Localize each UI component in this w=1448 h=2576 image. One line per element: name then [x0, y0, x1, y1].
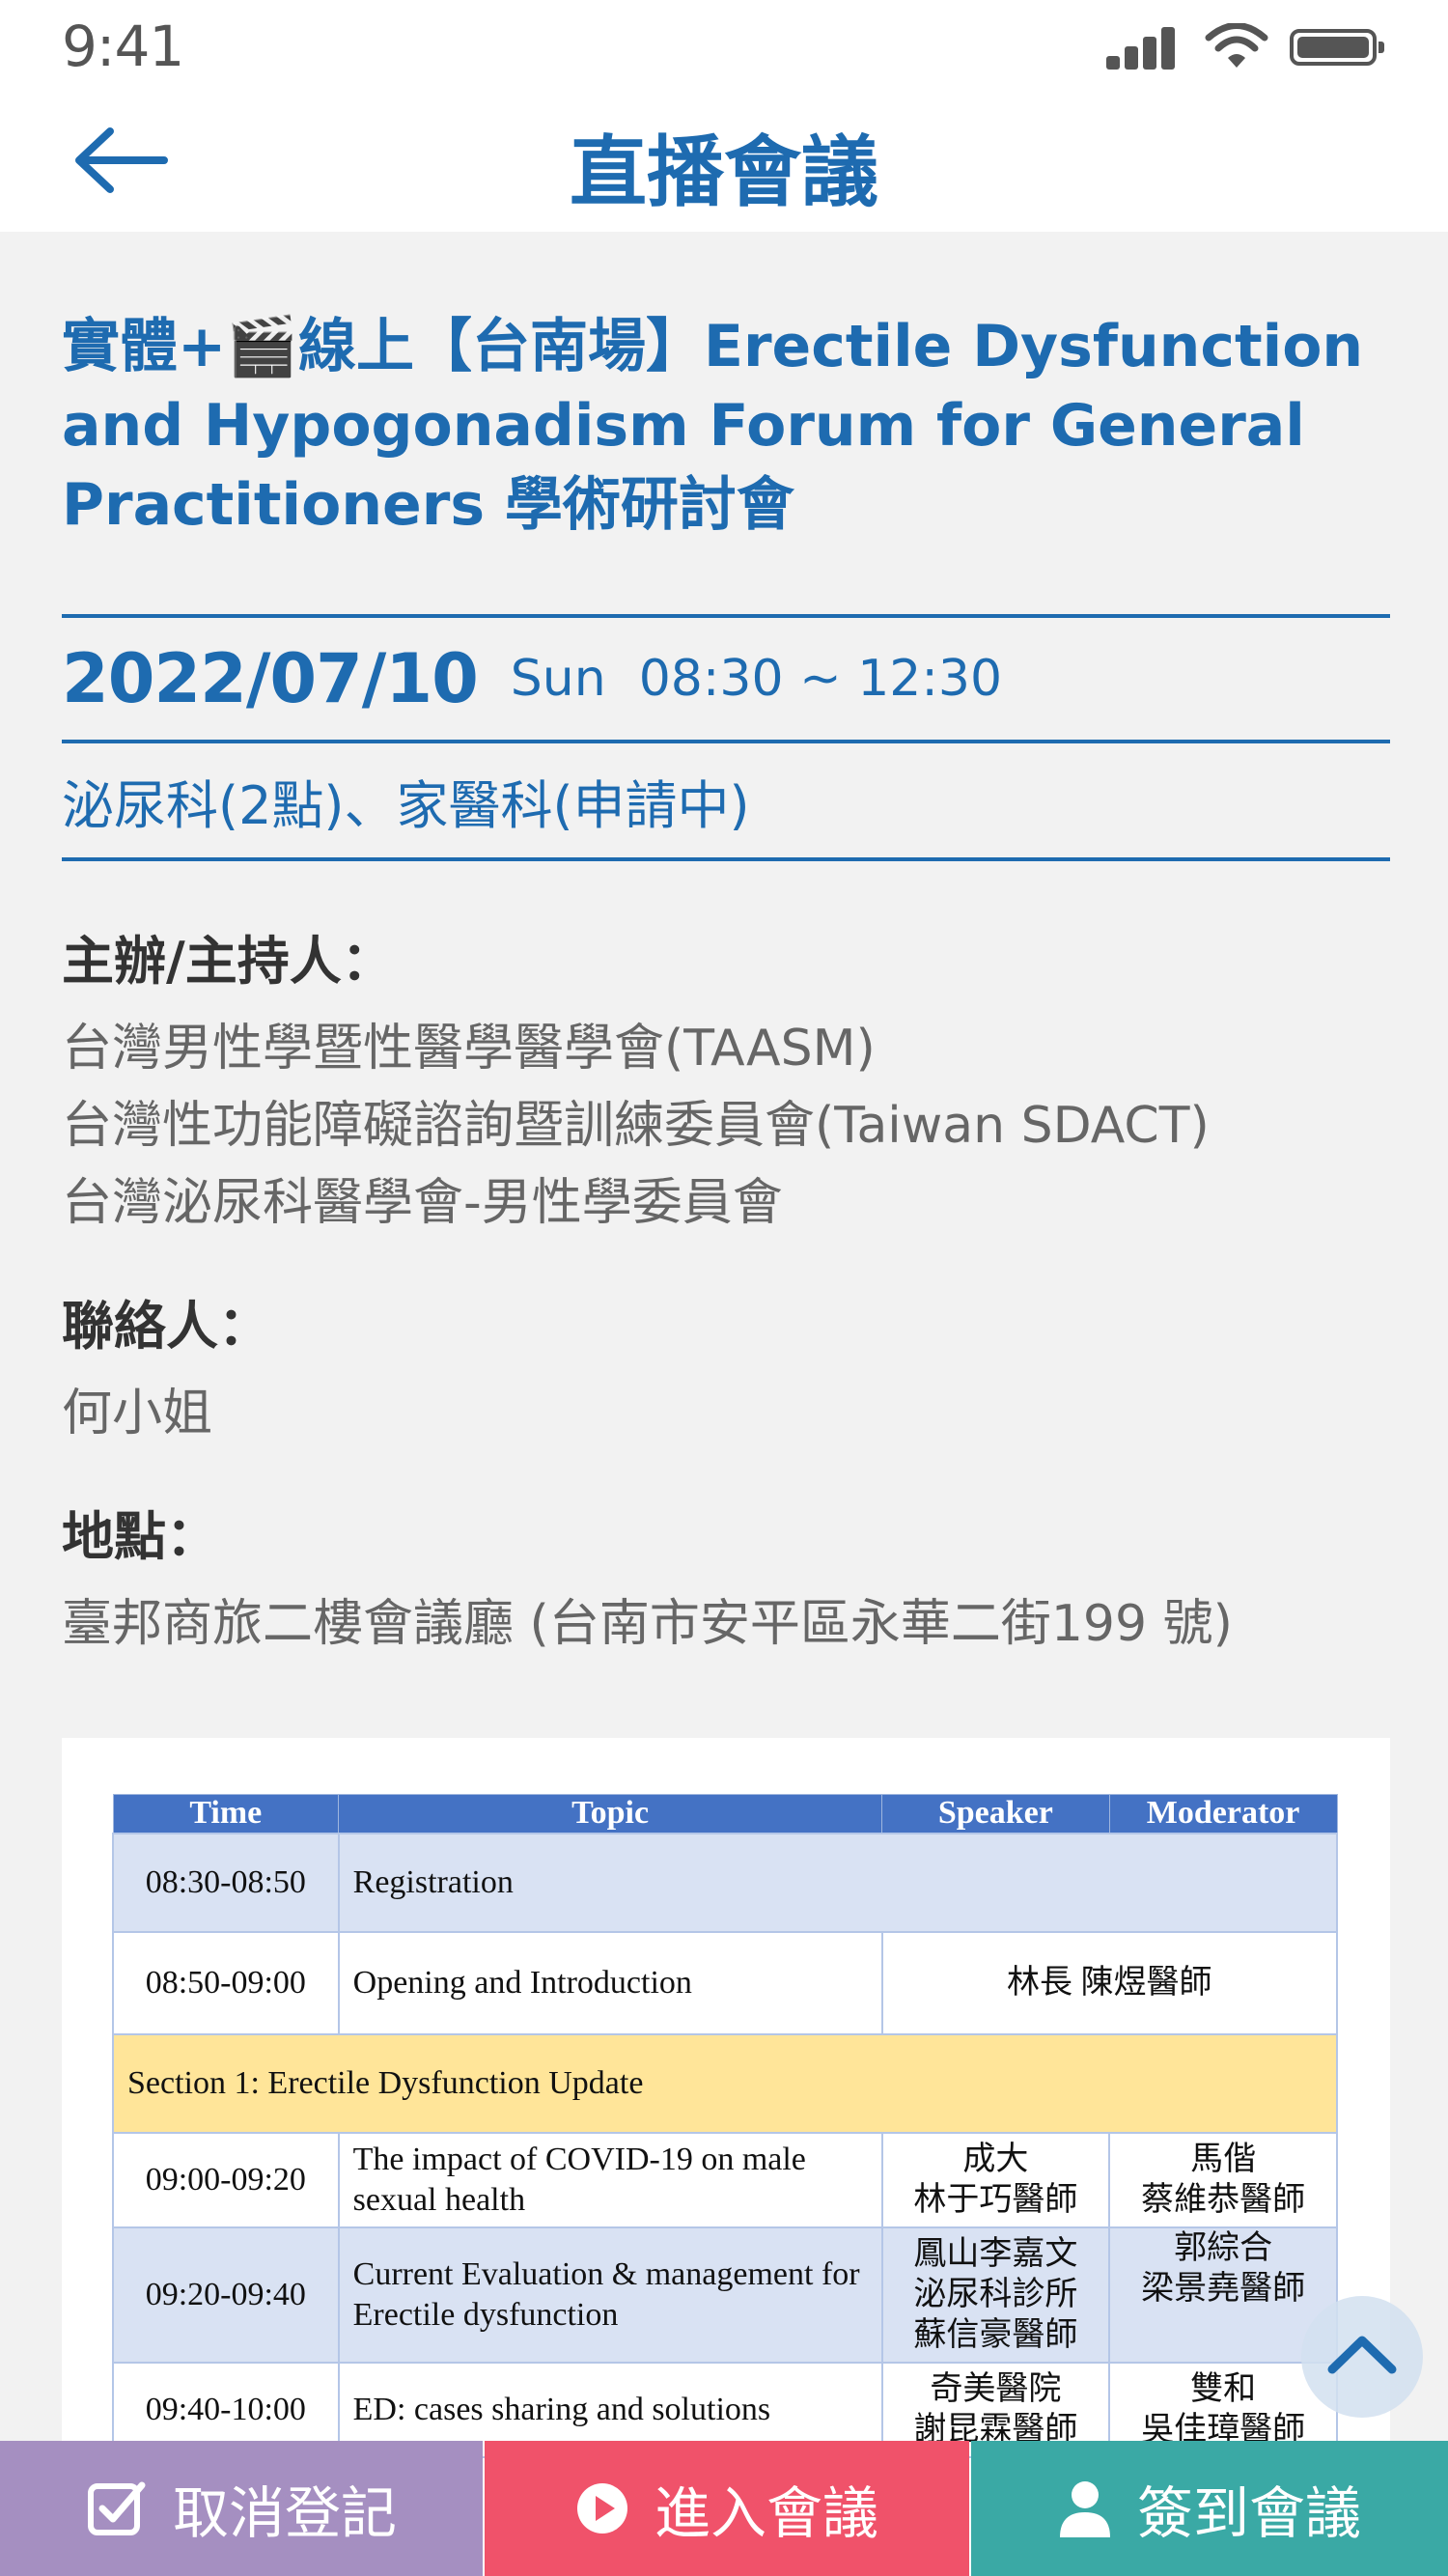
organizer-line: 台灣男性學暨性醫學醫學會(TAASM)	[62, 1020, 876, 1078]
date-row: 2022/07/10 Sun 08:30 ~ 12:30	[62, 618, 1390, 740]
speaker-line: 林于巧醫師	[913, 2181, 1078, 2218]
moderator-line: 梁景堯醫師	[1141, 2270, 1306, 2307]
moderator-line: 郭綜合	[1174, 2229, 1273, 2266]
contact-label: 聯絡人：	[62, 1296, 270, 1357]
status-bar: 9:41	[0, 0, 1448, 97]
location-section: 地點： 臺邦商旅二樓會議廳 (台南市安平區永華二街199 號)	[62, 1508, 1390, 1663]
chevron-up-icon	[1327, 2336, 1397, 2374]
agenda-moderator: 馬偕 蔡維恭醫師	[1108, 2131, 1338, 2228]
agenda-header: Topic	[338, 1794, 883, 1834]
scroll-to-top-button[interactable]	[1301, 2296, 1423, 2418]
organizer-line: 台灣泌尿科醫學會-男性學委員會	[62, 1174, 783, 1232]
organizer-line: 台灣性功能障礙諮詢暨訓練委員會(Taiwan SDACT)	[62, 1097, 1210, 1155]
speaker-line: 奇美醫院	[930, 2370, 1062, 2407]
event-date: 2022/07/10	[62, 639, 479, 718]
enter-meeting-label: 進入會議	[654, 2480, 878, 2546]
speaker-line: 成大	[962, 2141, 1029, 2177]
event-time-range: 08:30 ~ 12:30	[638, 650, 1003, 708]
check-in-button[interactable]: 簽到會議	[971, 2441, 1448, 2576]
status-icons	[1106, 23, 1386, 71]
event-credits: 泌尿科(2點)、家醫科(申請中)	[62, 774, 750, 836]
agenda-row: 09:20-09:40 Current Evaluation & managem…	[112, 2226, 1338, 2364]
agenda-moderator: 林長 陳煜醫師	[880, 1930, 1339, 2035]
agenda-topic: Registration	[337, 1832, 1339, 1933]
agenda-topic: Opening and Introduction	[337, 1930, 883, 2035]
organizers-section: 主辦/主持人： 台灣男性學暨性醫學醫學會(TAASM) 台灣性功能障礙諮詢暨訓練…	[62, 933, 1390, 1242]
organizers-label: 主辦/主持人：	[62, 931, 394, 992]
agenda-speaker: 成大 林于巧醫師	[880, 2131, 1111, 2228]
check-in-label: 簽到會議	[1136, 2480, 1361, 2546]
agenda-time: 09:20-09:40	[112, 2226, 340, 2364]
moderator-line: 雙和	[1190, 2370, 1257, 2407]
agenda-time: 08:30-08:50	[112, 1832, 340, 1933]
cancel-registration-button[interactable]: 取消登記	[0, 2441, 483, 2576]
agenda-header: Time	[112, 1794, 340, 1834]
agenda-section-title: Section 1: Erectile Dysfunction Update	[112, 2032, 1338, 2134]
bottom-action-bar: 取消登記 進入會議 簽到會議	[0, 2441, 1448, 2576]
moderator-line: 馬偕	[1190, 2141, 1257, 2177]
cellular-signal-icon	[1106, 27, 1176, 70]
location-label: 地點：	[62, 1506, 218, 1567]
status-time: 9:41	[62, 14, 184, 79]
agenda-topic: The impact of COVID-19 on male sexual he…	[337, 2131, 883, 2228]
play-icon	[575, 2481, 629, 2535]
agenda-section-row: Section 1: Erectile Dysfunction Update	[112, 2032, 1338, 2134]
agenda-table: Time Topic Speaker Moderator 08:30-08:50…	[112, 1794, 1339, 2458]
wifi-icon	[1205, 23, 1268, 68]
speaker-line: 蘇信豪醫師	[913, 2316, 1078, 2353]
agenda-row: 08:50-09:00 Opening and Introduction 林長 …	[112, 1930, 1339, 2035]
moderator-line: 蔡維恭醫師	[1141, 2181, 1306, 2218]
agenda-row: 08:30-08:50 Registration	[112, 1832, 1339, 1933]
agenda-header: Speaker	[881, 1794, 1110, 1834]
contact-section: 聯絡人： 何小姐	[62, 1298, 1390, 1452]
location-value: 臺邦商旅二樓會議廳 (台南市安平區永華二街199 號)	[62, 1595, 1233, 1653]
contact-value: 何小姐	[62, 1385, 213, 1442]
event-details: 實體+🎬線上【台南場】Erectile Dysfunction and Hypo…	[62, 232, 1390, 1663]
divider	[62, 857, 1390, 861]
agenda-header: Moderator	[1108, 1794, 1338, 1834]
page-title: 直播會議	[570, 127, 878, 217]
agenda-topic: Current Evaluation & management for Erec…	[337, 2226, 883, 2364]
agenda-header-row: Time Topic Speaker Moderator	[112, 1794, 1338, 1834]
battery-icon	[1290, 29, 1384, 66]
agenda-time: 09:00-09:20	[112, 2131, 340, 2228]
event-day: Sun	[510, 650, 606, 708]
cancel-registration-label: 取消登記	[172, 2480, 397, 2546]
checkbox-icon	[86, 2478, 148, 2539]
event-title: 實體+🎬線上【台南場】Erectile Dysfunction and Hypo…	[62, 313, 1364, 539]
agenda-row: 09:00-09:20 The impact of COVID-19 on ma…	[112, 2131, 1338, 2228]
enter-meeting-button[interactable]: 進入會議	[485, 2441, 969, 2576]
speaker-line: 鳳山李嘉文	[913, 2235, 1078, 2272]
agenda-speaker: 鳳山李嘉文 泌尿科診所 蘇信豪醫師	[880, 2226, 1111, 2364]
user-icon	[1058, 2479, 1112, 2537]
agenda-time: 08:50-09:00	[112, 1930, 340, 2035]
speaker-line: 泌尿科診所	[913, 2276, 1078, 2312]
nav-header: 直播會議	[0, 97, 1448, 232]
